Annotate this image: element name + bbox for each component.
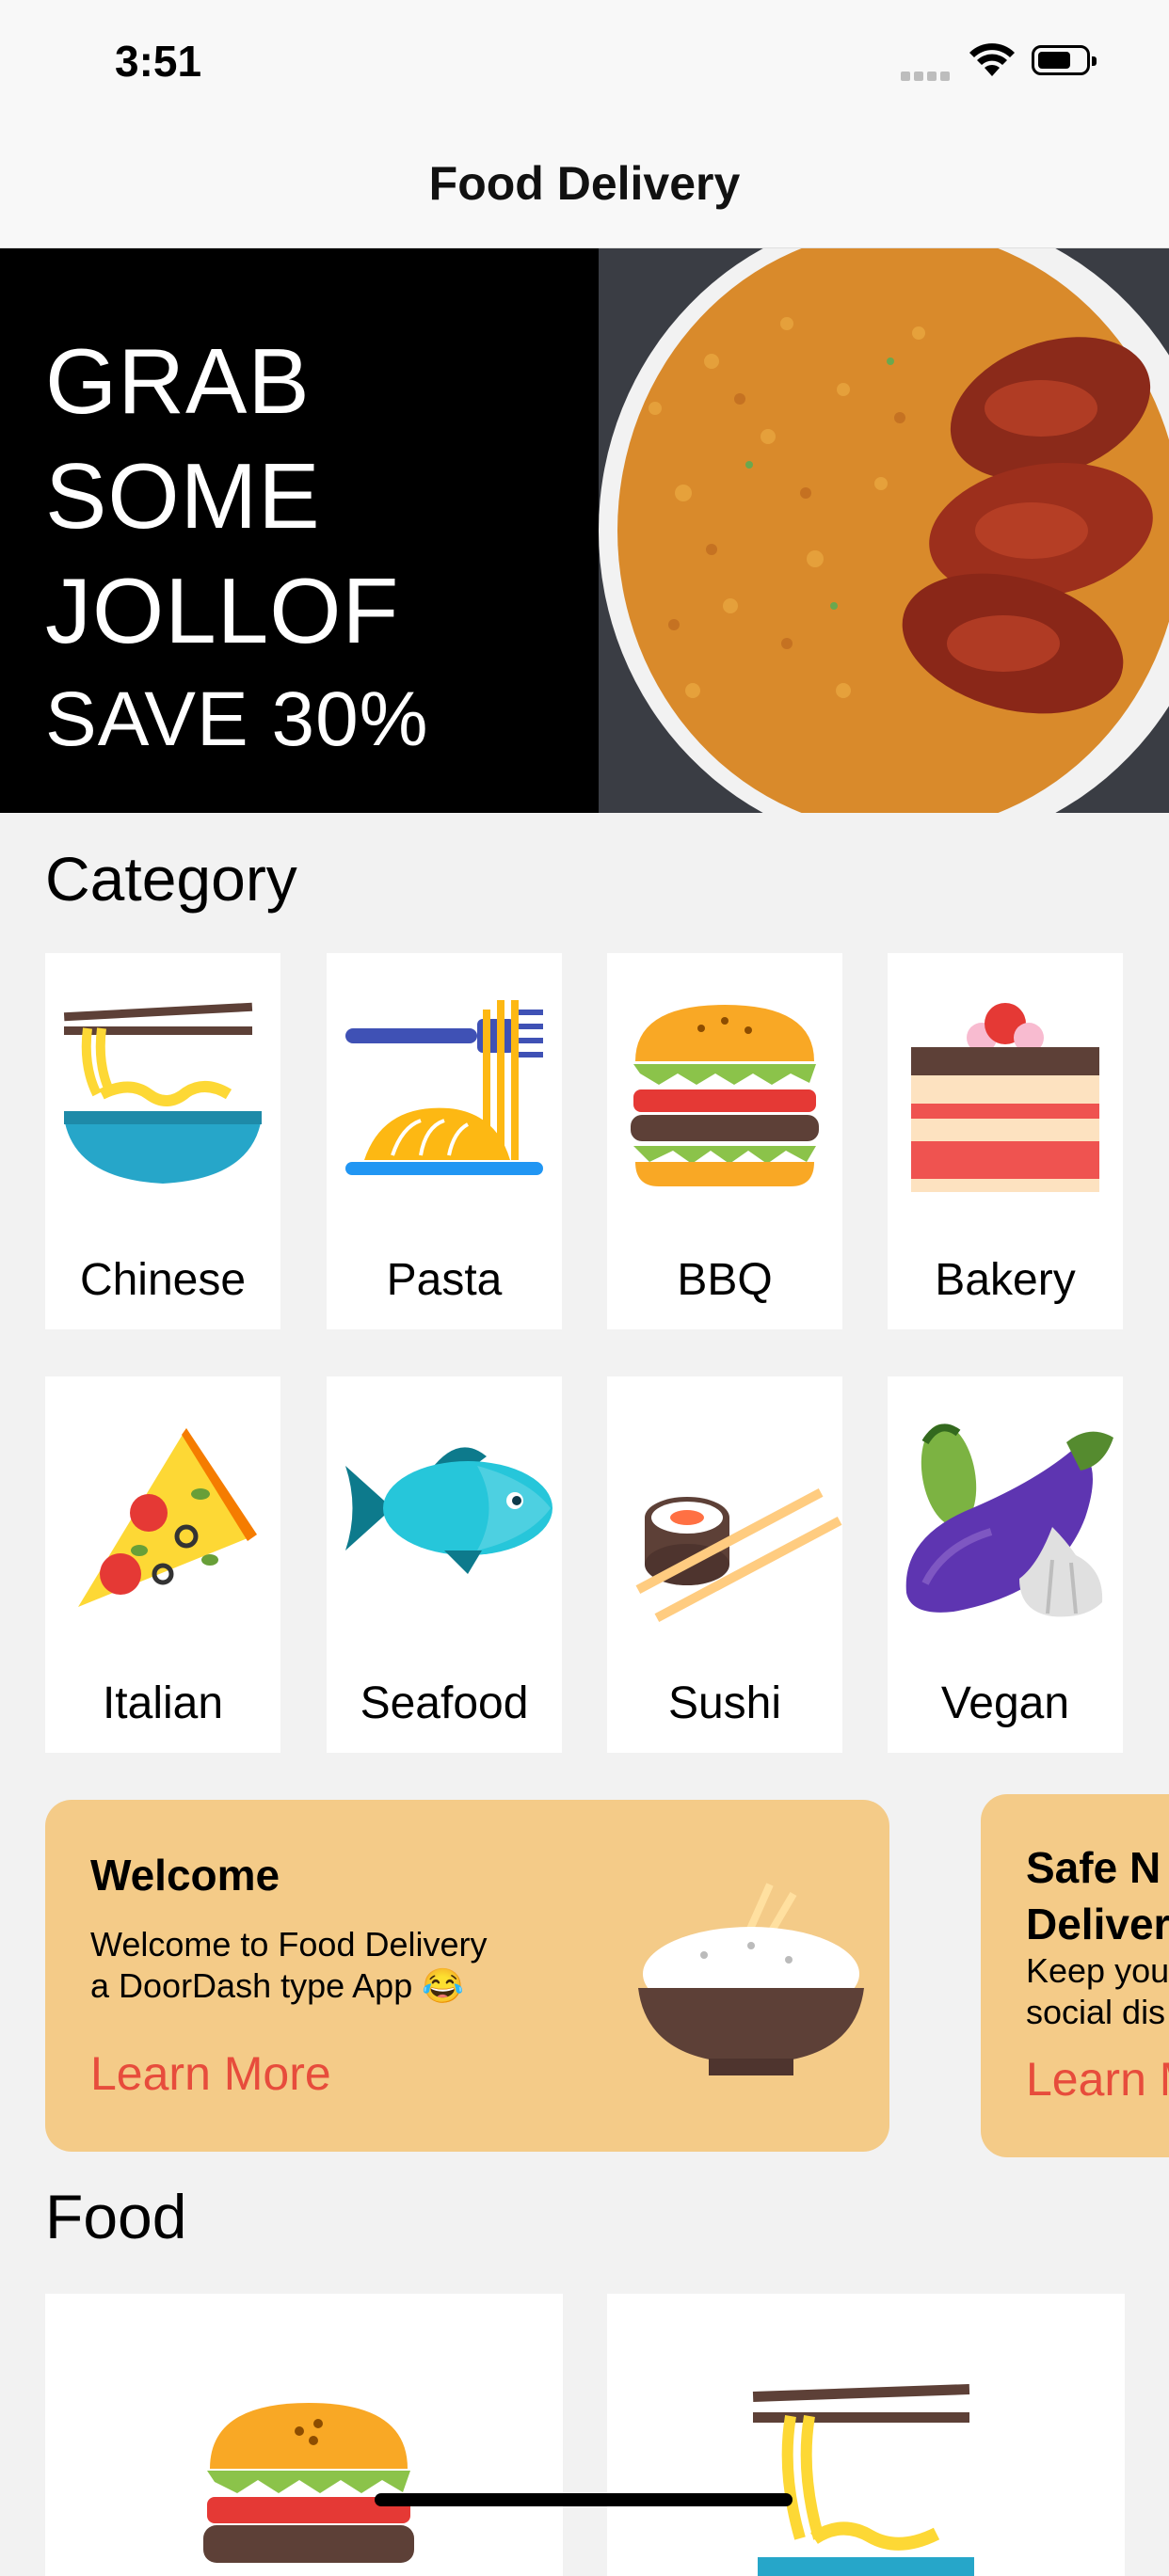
home-indicator[interactable] <box>375 2493 793 2506</box>
fish-icon <box>345 1447 552 1574</box>
category-label: Italian <box>102 1678 224 1728</box>
page-title: Food Delivery <box>428 157 741 210</box>
promo-title: Safe N Deliver <box>1026 1843 1169 1948</box>
category-card-seafood[interactable]: Seafood <box>327 1376 562 1753</box>
banner-headline: GRAB SOME JOLLOF SAVE 30% <box>45 324 429 771</box>
promo-card-welcome[interactable]: Welcome Welcome to Food Delivery a DoorD… <box>45 1800 889 2152</box>
burger-icon <box>203 2403 414 2563</box>
status-bar: 3:51 <box>0 0 1169 122</box>
category-card-bakery[interactable]: Bakery <box>888 953 1123 1329</box>
category-section-title: Category <box>45 844 297 914</box>
noodles-bowl-icon <box>752 2383 974 2576</box>
category-card-chinese[interactable]: Chinese <box>45 953 280 1329</box>
category-card-bbq[interactable]: BBQ <box>607 953 842 1329</box>
promo-description: Keep you social dis <box>1026 1951 1169 2031</box>
category-label: Chinese <box>79 1255 247 1305</box>
food-card-burger[interactable] <box>45 2294 563 2576</box>
category-label: Pasta <box>386 1255 503 1305</box>
category-label: BBQ <box>677 1255 773 1305</box>
banner-discount: SAVE 30% <box>45 676 429 762</box>
status-time: 3:51 <box>115 37 202 86</box>
banner-line-1: GRAB <box>45 329 311 433</box>
category-card-vegan[interactable]: Vegan <box>888 1376 1123 1753</box>
rice-bowl-icon <box>638 1883 864 2075</box>
promo-card-safe-delivery[interactable]: Safe N Deliver Keep you social dis Learn… <box>981 1794 1169 2157</box>
category-card-pasta[interactable]: Pasta <box>327 953 562 1329</box>
promo-banner[interactable]: GRAB SOME JOLLOF SAVE 30% <box>0 248 1169 813</box>
noodles-bowl-icon <box>63 1002 262 1184</box>
learn-more-link[interactable]: Learn M <box>1026 2052 1169 2107</box>
sushi-icon <box>635 1487 842 1623</box>
cellular-signal-icon <box>901 69 953 81</box>
promo-description: Welcome to Food Delivery a DoorDash type… <box>90 1925 488 2005</box>
food-card-noodles[interactable] <box>607 2294 1125 2576</box>
category-card-sushi[interactable]: Sushi <box>607 1376 842 1753</box>
navigation-bar: Food Delivery <box>0 122 1169 248</box>
promo-title: Welcome <box>90 1851 280 1900</box>
category-label: Seafood <box>360 1678 529 1728</box>
wifi-icon <box>969 43 1015 76</box>
battery-icon <box>1032 45 1097 75</box>
category-label: Bakery <box>935 1255 1076 1305</box>
category-card-italian[interactable]: Italian <box>45 1376 280 1753</box>
pizza-slice-icon <box>78 1428 257 1607</box>
banner-line-3: JOLLOF <box>45 559 400 662</box>
jollof-rice-image <box>599 248 1169 813</box>
banner-line-2: SOME <box>45 444 321 548</box>
food-section-title: Food <box>45 2182 187 2251</box>
cake-icon <box>911 1003 1099 1192</box>
burger-icon <box>631 1005 819 1186</box>
vegetables-icon <box>905 1423 1113 1617</box>
category-label: Vegan <box>940 1678 1070 1728</box>
learn-more-link[interactable]: Learn More <box>90 2046 331 2101</box>
category-label: Sushi <box>667 1678 782 1728</box>
pasta-fork-icon <box>345 1000 543 1175</box>
